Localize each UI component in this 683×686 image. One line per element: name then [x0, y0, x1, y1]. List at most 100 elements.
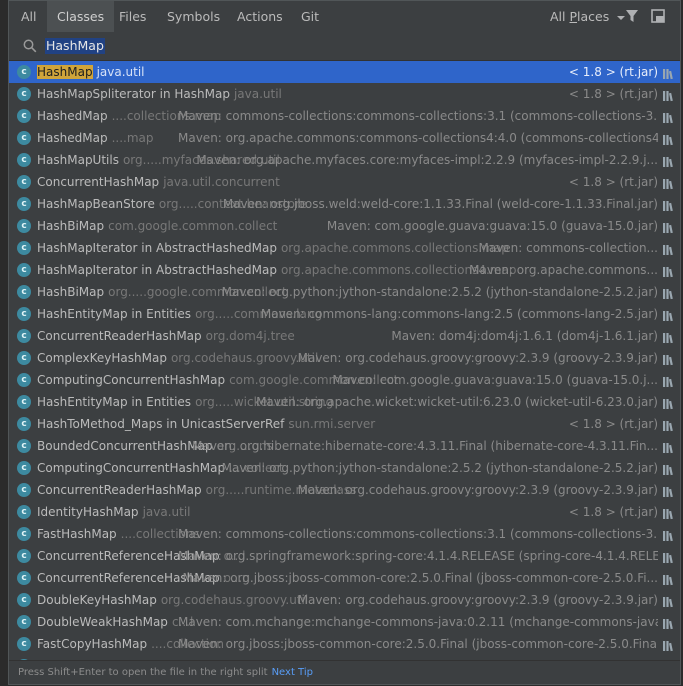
footer-hint-text: Press Shift+Enter to open the file in th…	[18, 667, 268, 678]
results-list: c HashMap java.util < 1.8 > (rt.jar) c HashMa…	[9, 61, 680, 663]
result-row[interactable]: c HashEntityMap in Entities org.....wicket…	[9, 391, 680, 413]
result-row[interactable]: c ConcurrentReferenceHashMap o...l Maven: o…	[9, 545, 680, 567]
class-icon: c	[17, 131, 31, 145]
result-left: HashMap java.util	[37, 61, 590, 83]
library-icon	[662, 395, 675, 410]
result-package: java.util	[233, 87, 282, 101]
result-location: Maven: org.springframework:spring-core:4…	[178, 549, 658, 563]
result-location: Maven: com.google.guava:guava:15.0 (guav…	[332, 373, 658, 387]
result-location: Maven: org.jboss.weld:weld-core:1.1.33.F…	[222, 197, 658, 211]
tab-actions[interactable]: Actions	[227, 1, 293, 32]
result-row[interactable]: c HashMap java.util < 1.8 > (rt.jar)	[9, 61, 680, 83]
result-row[interactable]: c FastCopyHashMap ....collection Maven: org…	[9, 633, 680, 655]
library-icon	[662, 329, 675, 344]
result-row[interactable]: c HashedMap ....collections.map Maven: comm…	[9, 105, 680, 127]
library-icon	[662, 593, 675, 608]
tab-files[interactable]: Files	[109, 1, 156, 32]
result-class-name-text: ConcurrentHashMap	[37, 175, 160, 189]
class-icon: c	[17, 197, 31, 211]
result-left: IdentityHashMap java.util	[37, 501, 590, 523]
next-tip-link[interactable]: Next Tip	[272, 667, 313, 678]
result-class-name-text: HashBiMap	[37, 285, 105, 299]
library-icon	[662, 131, 675, 146]
result-class-name: HashMapIterator in AbstractHashedMap	[37, 241, 277, 255]
result-row[interactable]: c ComplexKeyHashMap org.codehaus.groovy.ut…	[9, 347, 680, 369]
result-class-name: DoubleKeyHashMap	[37, 593, 157, 607]
result-row[interactable]: c HashedMap ....map Maven: org.apache.commo…	[9, 127, 680, 149]
result-class-name: HashedMap	[37, 131, 108, 145]
result-row[interactable]: c HashMapSpliterator in HashMap java.util <…	[9, 83, 680, 105]
preview-icon[interactable]	[650, 8, 666, 24]
result-class-name-text: HashEntityMap in Entities	[37, 307, 192, 321]
result-class-name: HashEntityMap in Entities	[37, 395, 191, 409]
result-row[interactable]: c FastHashMap ....collections Maven: common…	[9, 523, 680, 545]
result-row[interactable]: c HashMapUtils org.....myfaces.shared.util…	[9, 149, 680, 171]
result-row[interactable]: c HashMapIterator in AbstractHashedMap org…	[9, 259, 680, 281]
result-row[interactable]: c HashEntityMap in Entities org.....common…	[9, 303, 680, 325]
search-input[interactable]: HashMap	[45, 38, 105, 54]
class-icon: c	[17, 549, 31, 563]
result-row[interactable]: c ConcurrentReaderHashMap org.dom4j.tree Ma…	[9, 325, 680, 347]
result-location: Maven: org.apache.commons...	[469, 263, 658, 277]
scope-label-mnemonic: P	[569, 9, 578, 24]
result-package: ....map	[111, 131, 154, 145]
filter-icon[interactable]	[624, 8, 640, 24]
result-class-name-text: IdentityHashMap	[37, 505, 139, 519]
tab-classes[interactable]: Classes	[47, 1, 115, 32]
class-icon: c	[17, 263, 31, 277]
class-icon: c	[17, 285, 31, 299]
result-location: Maven: dom4j:dom4j:1.6.1 (dom4j-1.6.1.ja…	[391, 329, 658, 343]
result-location: Maven: org.python:jython-standalone:2.5.…	[221, 285, 658, 299]
result-row[interactable]: c BoundedConcurrentHashMap org....ons Maven…	[9, 435, 680, 457]
tab-all[interactable]: All	[11, 1, 47, 32]
search-icon	[23, 39, 37, 53]
tab-git[interactable]: Git	[291, 1, 329, 32]
result-class-name: HashEntityMap in Entities	[37, 307, 191, 321]
result-location: < 1.8 > (rt.jar)	[568, 175, 658, 189]
result-location: Maven: com.mchange:mchange-commons-java:…	[178, 615, 658, 629]
result-class-name: FastHashMap	[37, 527, 117, 541]
tab-symbols[interactable]: Symbols	[157, 1, 230, 32]
result-row[interactable]: c HashMapBeanStore org.....context.beansto…	[9, 193, 680, 215]
library-icon	[662, 153, 675, 168]
class-icon: c	[17, 65, 31, 79]
library-icon	[662, 307, 675, 322]
result-class-name-text: HashedMap	[37, 109, 108, 123]
result-class-name-text: ComputingConcurrentHashMap	[37, 373, 226, 387]
result-class-name-text: ConcurrentReaderHashMap	[37, 483, 202, 497]
result-location: < 1.8 > (rt.jar)	[568, 505, 658, 519]
result-row[interactable]: c ConcurrentHashMap java.util.concurrent < …	[9, 171, 680, 193]
result-row[interactable]: c ComputingConcurrentHashMap ....collect Ma…	[9, 457, 680, 479]
result-row[interactable]: c HashBiMap com.google.common.collect Maven…	[9, 215, 680, 237]
library-icon	[662, 505, 675, 520]
class-icon: c	[17, 307, 31, 321]
result-location: Maven: org.python:jython-standalone:2.5.…	[221, 461, 658, 475]
result-row[interactable]: c DoubleKeyHashMap org.codehaus.groovy.uti…	[9, 589, 680, 611]
result-row[interactable]: c HashBiMap org.....google.common.collect M…	[9, 281, 680, 303]
result-row[interactable]: c ComputingConcurrentHashMap com.google.co…	[9, 369, 680, 391]
result-class-name: ConcurrentReaderHashMap	[37, 329, 202, 343]
result-class-name-text: HashMapIterator in AbstractHashedMap	[37, 241, 277, 255]
result-row[interactable]: c DoubleWeakHashMap c...l Maven: com.mchang…	[9, 611, 680, 633]
result-row[interactable]: c HashMapIterator in AbstractHashedMap org…	[9, 237, 680, 259]
class-icon: c	[17, 417, 31, 431]
result-row[interactable]: c IdentityHashMap java.util < 1.8 > (rt.jar…	[9, 501, 680, 523]
class-icon: c	[17, 373, 31, 387]
class-icon: c	[17, 219, 31, 233]
class-icon: c	[17, 395, 31, 409]
result-class-name: HashMapBeanStore	[37, 197, 155, 211]
result-class-name: ConcurrentHashMap	[37, 175, 159, 189]
result-class-name-text: BoundedConcurrentHashMap	[37, 439, 213, 453]
result-row[interactable]: c ConcurrentReferenceHashMap o...n Maven: o…	[9, 567, 680, 589]
result-class-name: ComplexKeyHashMap	[37, 351, 167, 365]
library-icon	[662, 219, 675, 234]
scope-selector[interactable]: All Places	[550, 1, 626, 32]
library-icon	[662, 461, 675, 476]
result-row[interactable]: c HashToMethod_Maps in UnicastServerRef su…	[9, 413, 680, 435]
result-class-name: HashBiMap	[37, 285, 104, 299]
result-class-name-text: FastCopyHashMap	[37, 637, 148, 651]
result-class-name-text: DoubleWeakHashMap	[37, 615, 168, 629]
result-row[interactable]: c ConcurrentReaderHashMap org.....runtime.…	[9, 479, 680, 501]
library-icon	[662, 549, 675, 564]
scope-label-prefix: All	[550, 9, 570, 24]
